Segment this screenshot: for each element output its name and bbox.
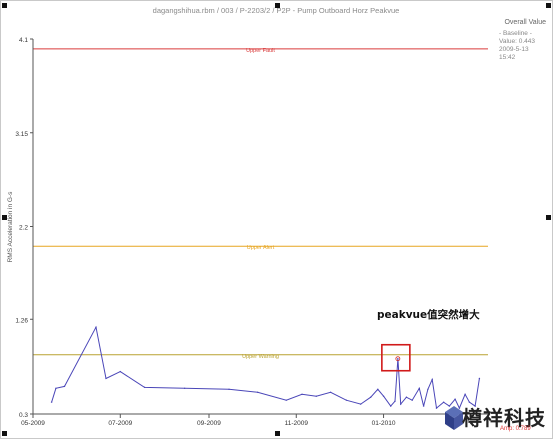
data-point [105, 377, 107, 380]
data-point [458, 407, 461, 409]
y-axis-ticks: 0.3 1.26 2.2 3.15 4.1 [15, 37, 33, 419]
data-point [400, 403, 402, 405]
data-point [301, 393, 303, 395]
legend-line-3: 2009-5-13 [499, 46, 529, 53]
x-tick-label: 09-2009 [197, 420, 221, 427]
data-point [418, 387, 421, 390]
series-line [51, 325, 480, 410]
resize-handles[interactable] [2, 3, 551, 436]
data-point [359, 403, 362, 405]
legend-title: Overall Value [504, 19, 546, 26]
legend-line-2: Value: 0.443 [499, 38, 535, 45]
data-point [143, 386, 146, 389]
data-point [464, 393, 466, 395]
data-point [95, 326, 97, 328]
data-point [50, 401, 53, 403]
data-point [435, 407, 438, 409]
annotation-label: peakvue值突然增大 [377, 308, 480, 321]
y-tick-label: 4.1 [19, 37, 28, 44]
chart-canvas: dagangshihua.rbm / 003 / P-2203/2 / P2P … [2, 3, 551, 436]
data-point [427, 388, 429, 391]
data-point [329, 391, 332, 393]
data-point [345, 399, 348, 401]
legend-line-4: 15:42 [499, 54, 516, 61]
legend: Overall Value - Baseline - Value: 0.443 … [499, 19, 546, 61]
y-axis-label: RMS Acceleration in G-s [7, 191, 14, 263]
resize-handle-top-left[interactable] [2, 3, 7, 8]
data-point [448, 405, 451, 407]
data-point [442, 401, 445, 403]
threshold-label: Upper Fault [246, 48, 275, 54]
y-tick-label: 1.26 [15, 317, 28, 324]
data-point [405, 396, 408, 398]
data-point [183, 387, 186, 390]
y-tick-label: 3.15 [15, 131, 28, 138]
data-point [478, 377, 481, 380]
threshold-label: Upper Warning [242, 354, 279, 360]
data-point [285, 399, 287, 401]
resize-handle-top-right[interactable] [546, 3, 551, 8]
y-tick-label: 2.2 [19, 225, 28, 232]
x-tick-label: 05-2009 [21, 420, 45, 427]
data-point [315, 395, 318, 397]
legend-line-1: - Baseline - [499, 30, 532, 37]
data-point [377, 388, 379, 391]
resize-handle-bottom-middle[interactable] [275, 431, 280, 436]
y-tick-label: 0.3 [19, 412, 28, 419]
resize-handle-bottom-left[interactable] [2, 431, 7, 436]
x-tick-label: 07-2009 [108, 420, 132, 427]
data-point [397, 358, 399, 360]
resize-handle-middle-right[interactable] [546, 215, 551, 220]
data-point [422, 405, 425, 407]
data-point [256, 391, 259, 393]
data-point [228, 388, 230, 391]
annotation-group: peakvue值突然增大 [377, 308, 480, 372]
data-point [63, 385, 66, 388]
data-point [382, 395, 385, 397]
threshold-label: Upper Alert [247, 245, 275, 251]
x-tick-label: 11-2009 [285, 420, 309, 427]
data-point [454, 398, 456, 400]
x-axis-ticks: 05-2009 07-2009 09-2009 11-2009 01-2010 [21, 414, 396, 427]
data-point [411, 399, 413, 401]
data-point [431, 378, 433, 381]
data-point [369, 396, 372, 398]
x-tick-label: 01-2010 [372, 420, 396, 427]
watermark-amp-text: Amp: 0.789 [500, 426, 531, 432]
data-point [390, 405, 392, 407]
series-group [50, 325, 481, 410]
watermark-logo [445, 406, 463, 430]
chart-title: dagangshihua.rbm / 003 / P-2203/2 / P2P … [153, 6, 400, 15]
data-point [394, 400, 396, 402]
data-point [55, 387, 57, 390]
data-point [119, 370, 121, 373]
